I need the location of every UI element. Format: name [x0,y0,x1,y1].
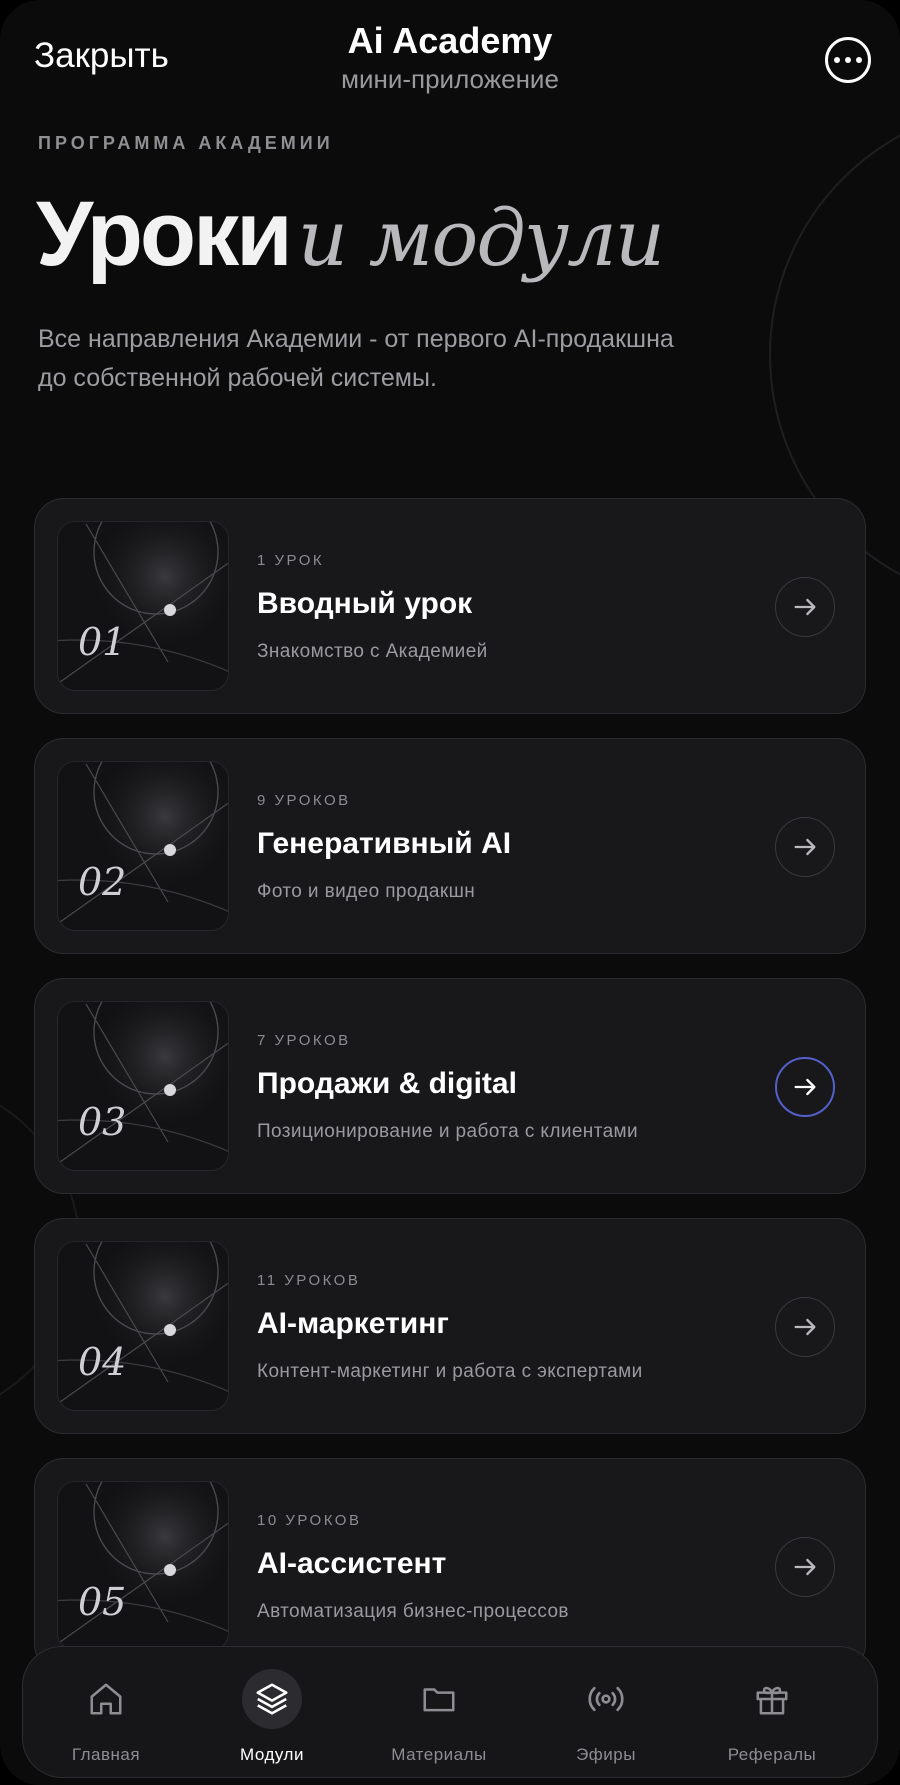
arrow-right-icon[interactable] [775,1057,835,1117]
tab-referrals[interactable]: Рефералы [697,1647,847,1779]
tab-label: Модули [240,1745,304,1764]
module-number: 04 [78,1340,127,1384]
page-description: Все направления Академии - от первого AI… [38,325,674,392]
module-thumbnail: 04 [57,1241,229,1411]
module-thumbnail: 02 [57,761,229,931]
top-bar: Закрыть Ai Academy мини-приложение [0,0,900,110]
tab-label: Рефералы [727,1745,817,1764]
app-subtitle: мини-приложение [341,64,559,94]
module-title: Продажи & digital [257,1067,517,1100]
module-lesson-count: 11 УРОКОВ [257,1272,361,1289]
module-subtitle: Фото и видео продакшн [257,881,476,902]
folder-icon [409,1669,469,1729]
layers-icon [242,1669,302,1729]
module-number: 05 [78,1580,127,1624]
module-card[interactable]: 03 7 УРОКОВ Продажи & digital Позиционирова… [34,978,866,1194]
module-lesson-count: 9 УРОКОВ [257,792,351,809]
tab-label: Главная [71,1745,141,1764]
broadcast-icon [576,1669,636,1729]
more-horizontal-icon[interactable] [825,37,871,83]
module-card[interactable]: 01 1 УРОК Вводный урок Знакомство с Академи… [34,498,866,714]
module-title: AI-маркетинг [257,1307,449,1340]
module-subtitle: Позиционирование и работа с клиентами [257,1121,639,1142]
module-number: 01 [78,620,127,664]
tab-home[interactable]: Главная [31,1647,181,1779]
module-subtitle: Контент-маркетинг и работа с экспертами [257,1361,643,1382]
app-title: Ai Academy [347,20,553,61]
section-eyebrow: ПРОГРАММА АКАДЕМИИ [38,133,334,153]
module-thumbnail: 05 [57,1481,229,1651]
gift-icon [742,1669,802,1729]
module-number: 03 [78,1100,127,1144]
module-card[interactable]: 05 10 УРОКОВ AI-ассистент Автоматизация биз… [34,1458,866,1674]
arrow-right-icon[interactable] [775,577,835,637]
module-card[interactable]: 02 9 УРОКОВ Генеративный AI Фото и видео пр… [34,738,866,954]
tab-broadcasts[interactable]: Эфиры [531,1647,681,1779]
arrow-right-icon[interactable] [775,817,835,877]
module-lesson-count: 7 УРОКОВ [257,1032,351,1049]
module-subtitle: Автоматизация бизнес-процессов [257,1601,569,1622]
arrow-right-icon[interactable] [775,1537,835,1597]
module-title: Вводный урок [257,587,473,620]
module-title: AI-ассистент [257,1547,447,1580]
module-thumbnail: 03 [57,1001,229,1171]
module-lesson-count: 1 УРОК [257,552,325,569]
arrow-right-icon[interactable] [775,1297,835,1357]
tab-modules[interactable]: Модули [197,1647,347,1779]
page-title: Уроки и модули [36,182,665,287]
home-icon [76,1669,136,1729]
module-lesson-count: 10 УРОКОВ [257,1512,362,1529]
tab-materials[interactable]: Материалы [364,1647,514,1779]
app-screen: Закрыть Ai Academy мини-приложение ПРОГР… [0,0,900,1785]
page-title-bold: Уроки [36,183,293,285]
module-number: 02 [78,860,127,904]
tab-label: Эфиры [576,1745,636,1764]
module-subtitle: Знакомство с Академией [257,641,488,662]
module-title: Генеративный AI [257,827,512,860]
tab-label: Материалы [391,1745,487,1764]
page-title-italic: и модули [297,194,665,284]
module-card[interactable]: 04 11 УРОКОВ AI-маркетинг Контент-маркетинг… [34,1218,866,1434]
bottom-tab-bar: Главная Модули Материалы Эфиры Рефералы [22,1646,878,1778]
module-thumbnail: 01 [57,521,229,691]
